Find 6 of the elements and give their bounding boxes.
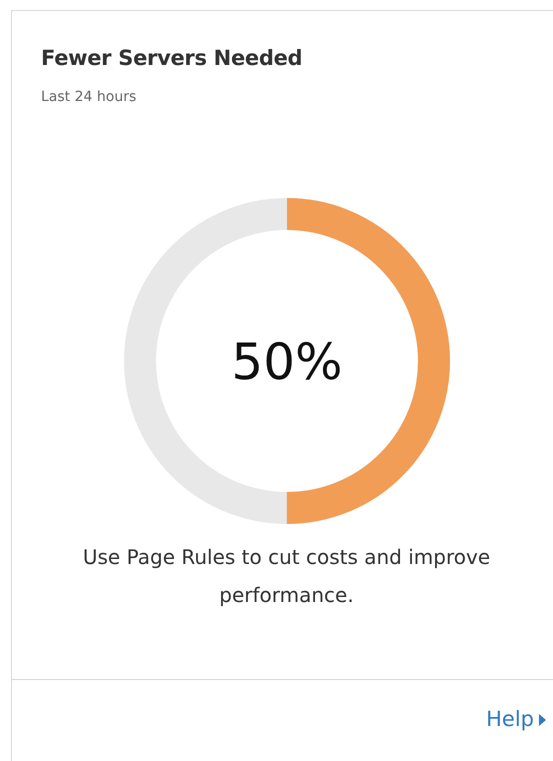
message-text: Use Page Rules to cut costs and improve performance. bbox=[82, 544, 492, 610]
caret-icon bbox=[538, 712, 547, 726]
help-link[interactable]: Help bbox=[486, 704, 547, 736]
card-title: Fewer Servers Needed bbox=[41, 46, 304, 72]
gauge-reading: 50% bbox=[230, 333, 342, 392]
card-subtitle: Last 24 hours bbox=[41, 88, 138, 108]
